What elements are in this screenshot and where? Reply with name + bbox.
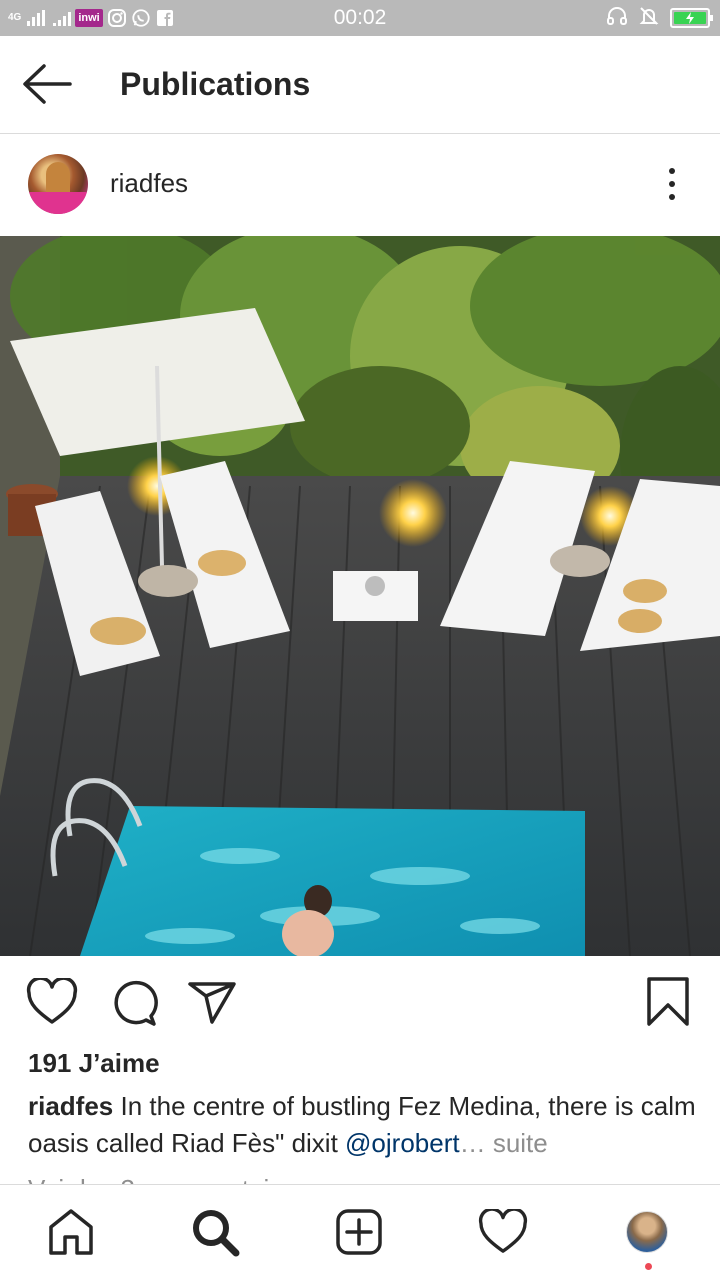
nav-activity[interactable] — [476, 1205, 530, 1259]
app-header: Publications — [0, 36, 720, 134]
save-button[interactable] — [644, 976, 692, 1028]
arrow-left-icon — [23, 64, 72, 104]
heart-outline-icon — [478, 1209, 528, 1253]
nav-profile[interactable] — [620, 1205, 674, 1259]
post-author-username[interactable]: riadfes — [110, 168, 188, 199]
caption-ellipsis: … — [459, 1128, 486, 1158]
bookmark-outline-icon — [647, 977, 689, 1026]
page-title: Publications — [120, 66, 311, 102]
comment-button[interactable] — [108, 978, 158, 1028]
heart-outline-icon — [26, 976, 78, 1024]
notification-dot — [645, 1263, 652, 1270]
like-button[interactable] — [26, 976, 78, 1026]
plus-square-icon — [336, 1209, 382, 1255]
mute-icon — [638, 5, 660, 32]
back-button[interactable] — [20, 62, 76, 106]
comment-bubble-icon — [114, 980, 158, 1026]
caption-more-link[interactable]: suite — [486, 1128, 548, 1158]
status-bar: 4G inwi 00:02 — [0, 0, 720, 36]
paper-plane-icon — [188, 982, 236, 1024]
profile-avatar-icon — [626, 1211, 668, 1253]
share-button[interactable] — [186, 978, 238, 1026]
battery-charging-icon — [670, 8, 713, 28]
status-right — [606, 5, 713, 32]
riad-pool-terrace-photo — [0, 236, 720, 956]
post-author-avatar[interactable] — [28, 154, 88, 214]
like-count[interactable]: 191 J’aime — [28, 1048, 160, 1079]
more-options-button[interactable] — [660, 164, 684, 204]
search-icon — [193, 1210, 240, 1257]
nav-home[interactable] — [44, 1205, 98, 1259]
post-caption: riadfes In the centre of bustling Fez Me… — [28, 1088, 698, 1162]
nav-search[interactable] — [188, 1205, 242, 1259]
caption-username[interactable]: riadfes — [28, 1091, 113, 1121]
post-actions — [0, 956, 720, 1046]
nav-new-post[interactable] — [332, 1205, 386, 1259]
caption-mention[interactable]: @ojrobert — [345, 1128, 460, 1158]
vertical-ellipsis-icon — [669, 168, 675, 174]
bottom-navigation — [0, 1184, 720, 1280]
headset-icon — [606, 5, 628, 32]
post-image[interactable] — [0, 236, 720, 956]
post-header: riadfes — [0, 134, 720, 236]
home-icon — [49, 1209, 93, 1255]
